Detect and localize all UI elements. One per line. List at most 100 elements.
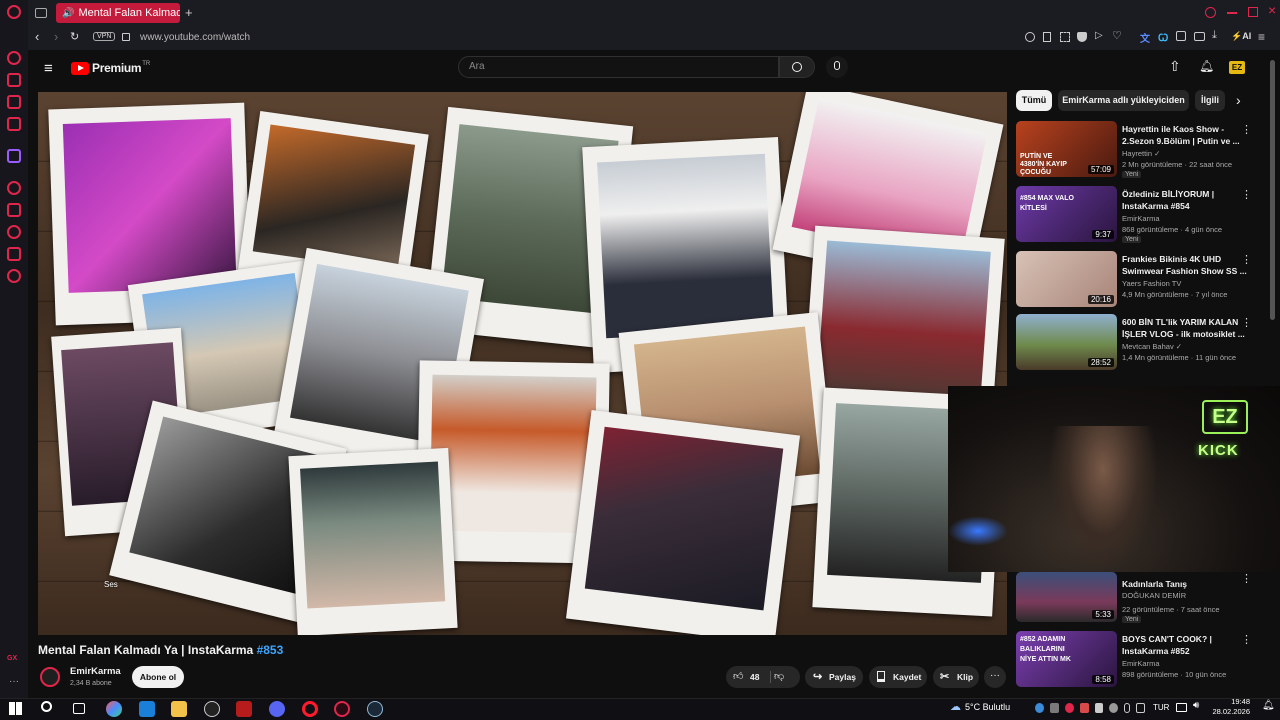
file-explorer-icon[interactable] bbox=[171, 701, 187, 717]
maximize-button[interactable] bbox=[1248, 7, 1258, 17]
opera-icon[interactable] bbox=[302, 701, 318, 717]
download-icon[interactable]: ⤓ bbox=[1212, 29, 1217, 42]
tray-app-icon[interactable] bbox=[1064, 703, 1074, 713]
like-button[interactable]: 👍︎ 48 bbox=[726, 666, 770, 688]
chip-all[interactable]: Tümü bbox=[1016, 90, 1052, 111]
history-icon[interactable] bbox=[7, 181, 21, 195]
list-item[interactable]: 28:52 600 BİN TL'lik YARIM KALAN İŞLER V… bbox=[1016, 314, 1266, 370]
microphone-icon[interactable] bbox=[1124, 703, 1130, 713]
tab-active[interactable]: 🔊 Mental Falan Kalmadı Ya bbox=[56, 3, 180, 23]
account-avatar[interactable]: EZ bbox=[1229, 61, 1245, 74]
list-item[interactable]: 20:16 Frankies Bikinis 4K UHD Swimwear F… bbox=[1016, 251, 1266, 307]
channel-name[interactable]: EmirKarma bbox=[1122, 214, 1160, 223]
video-title[interactable]: Özlediniz BİLİYORUM | InstaKarma #854 bbox=[1122, 188, 1252, 212]
zoom-icon[interactable] bbox=[1025, 32, 1035, 42]
steam-icon[interactable] bbox=[367, 701, 383, 717]
tray-app-icon[interactable] bbox=[1094, 703, 1104, 713]
new-tab-button[interactable]: + bbox=[185, 5, 193, 20]
video-thumbnail[interactable]: PUTİN VE 4380'İN KAYIP ÇOCUĞU 57:09 bbox=[1016, 121, 1117, 177]
channel-name-link[interactable]: EmirKarma bbox=[70, 666, 121, 677]
messenger-icon[interactable] bbox=[7, 117, 21, 131]
settings-icon[interactable] bbox=[7, 269, 21, 283]
opera-gx-icon[interactable] bbox=[334, 701, 350, 717]
menu-icon[interactable]: ≡ bbox=[1258, 30, 1265, 44]
pin-icon[interactable] bbox=[1043, 32, 1051, 42]
video-title[interactable]: Frankies Bikinis 4K UHD Swimwear Fashion… bbox=[1122, 253, 1252, 277]
list-item[interactable]: #852 ADAMIN BALIKLARINI NİYE ATTIN MK 8:… bbox=[1016, 631, 1266, 687]
reload-icon[interactable]: ↻ bbox=[70, 30, 79, 43]
copilot-icon[interactable] bbox=[106, 701, 122, 717]
url-field[interactable]: www.youtube.com/watch bbox=[140, 32, 250, 43]
more-options-icon[interactable]: ⋮ bbox=[1241, 188, 1252, 201]
windows-start-icon[interactable] bbox=[9, 702, 22, 715]
search-tabs-icon[interactable] bbox=[1205, 7, 1216, 18]
opera-logo-icon[interactable] bbox=[7, 5, 21, 19]
tray-app-icon[interactable] bbox=[1049, 703, 1059, 713]
heart-icon[interactable]: ♡ bbox=[1112, 29, 1122, 42]
tray-app-icon[interactable] bbox=[1035, 703, 1044, 713]
list-item[interactable]: 5:33 Kadınlarla Tanış DOĞUKAN DEMİR 22 g… bbox=[1016, 566, 1266, 623]
clip-button[interactable]: ✂ Klip bbox=[933, 666, 979, 688]
channel-name[interactable]: Yaers Fashion TV bbox=[1122, 279, 1181, 288]
forward-icon[interactable]: › bbox=[54, 29, 58, 44]
tray-app-icon[interactable] bbox=[1109, 703, 1119, 713]
channel-name[interactable]: DOĞUKAN DEMİR bbox=[1122, 591, 1186, 600]
aria-ai-button[interactable]: ⚡AI bbox=[1231, 31, 1251, 42]
taskbar-search-icon[interactable] bbox=[41, 701, 52, 712]
weather-widget[interactable]: ☁ 5°C Bulutlu bbox=[950, 700, 1010, 713]
clock-icon[interactable] bbox=[7, 225, 21, 239]
vpn-badge[interactable]: VPN bbox=[93, 32, 116, 41]
search-button[interactable] bbox=[779, 56, 815, 78]
notification-bell-icon[interactable]: 🔔︎ bbox=[1262, 700, 1275, 711]
clock[interactable]: 19:48 28.02.2026 bbox=[1202, 697, 1250, 717]
dislike-button[interactable]: 👎︎ bbox=[774, 670, 784, 682]
bag-icon[interactable] bbox=[7, 73, 21, 87]
more-icon[interactable]: ··· bbox=[9, 676, 19, 687]
back-icon[interactable]: ‹ bbox=[35, 29, 39, 44]
video-thumbnail[interactable]: 20:16 bbox=[1016, 251, 1117, 307]
title-hashtag[interactable]: #853 bbox=[257, 643, 284, 657]
camera-icon[interactable] bbox=[1194, 32, 1205, 41]
more-options-icon[interactable]: ⋮ bbox=[1241, 633, 1252, 646]
voicemod-icon[interactable] bbox=[236, 701, 252, 717]
notifications-bell-icon[interactable]: 🔔︎ bbox=[1199, 59, 1214, 73]
outlook-icon[interactable] bbox=[139, 701, 155, 717]
video-title[interactable]: BOYS CAN'T COOK? | InstaKarma #852 bbox=[1122, 633, 1252, 657]
discord-icon[interactable] bbox=[269, 701, 285, 717]
video-thumbnail[interactable]: #854 MAX VALO KİTLESİ 9:37 bbox=[1016, 186, 1117, 242]
channel-name[interactable]: Mevtcan Bahav ✓ bbox=[1122, 342, 1182, 351]
scrollbar[interactable] bbox=[1270, 60, 1275, 320]
chip-related[interactable]: İlgili bbox=[1195, 90, 1225, 111]
minimize-button[interactable] bbox=[1227, 12, 1237, 14]
more-options-icon[interactable]: ⋮ bbox=[1241, 123, 1252, 136]
video-thumbnail[interactable]: 28:52 bbox=[1016, 314, 1117, 370]
video-title[interactable]: Kadınlarla Tanış bbox=[1122, 578, 1252, 590]
more-options-icon[interactable]: ⋮ bbox=[1241, 572, 1252, 585]
obs-icon[interactable] bbox=[204, 701, 220, 717]
tray-app-icon[interactable] bbox=[1135, 703, 1146, 713]
channel-name[interactable]: Hayrettin ✓ bbox=[1122, 149, 1160, 158]
subscribe-button[interactable]: Abone ol bbox=[132, 666, 184, 688]
more-options-icon[interactable]: ⋮ bbox=[1241, 316, 1252, 329]
video-player[interactable]: Ses bbox=[38, 92, 1007, 635]
tray-app-icon[interactable] bbox=[1079, 703, 1089, 713]
save-button[interactable]: Kaydet bbox=[869, 666, 927, 688]
speaker-icon[interactable]: 🔊 bbox=[62, 8, 74, 19]
player-icon[interactable] bbox=[7, 95, 21, 109]
network-icon[interactable] bbox=[1176, 703, 1187, 712]
list-item[interactable]: #854 MAX VALO KİTLESİ 9:37 Özlediniz BİL… bbox=[1016, 186, 1266, 243]
video-thumbnail[interactable]: 5:33 bbox=[1016, 572, 1117, 622]
puzzle-icon[interactable] bbox=[1176, 31, 1186, 41]
video-title[interactable]: Hayrettin ile Kaos Show - 2.Sezon 9.Bölü… bbox=[1122, 123, 1252, 147]
share-button[interactable]: ↪ Paylaş bbox=[805, 666, 863, 688]
translate-icon[interactable]: 文 bbox=[1140, 30, 1150, 45]
list-item[interactable]: PUTİN VE 4380'İN KAYIP ÇOCUĞU 57:09 Hayr… bbox=[1016, 121, 1266, 178]
tab-overview-icon[interactable] bbox=[35, 8, 47, 18]
voice-search-button[interactable] bbox=[826, 56, 848, 78]
more-actions-button[interactable]: ··· bbox=[984, 666, 1006, 688]
youtube-logo[interactable]: Premium TR bbox=[71, 61, 150, 75]
language-indicator[interactable]: TUR bbox=[1153, 703, 1169, 712]
volume-icon[interactable]: 🔊︎ bbox=[1193, 700, 1199, 711]
channel-avatar[interactable] bbox=[40, 667, 60, 687]
extension-icon[interactable]: Ꞷ bbox=[1158, 30, 1168, 44]
